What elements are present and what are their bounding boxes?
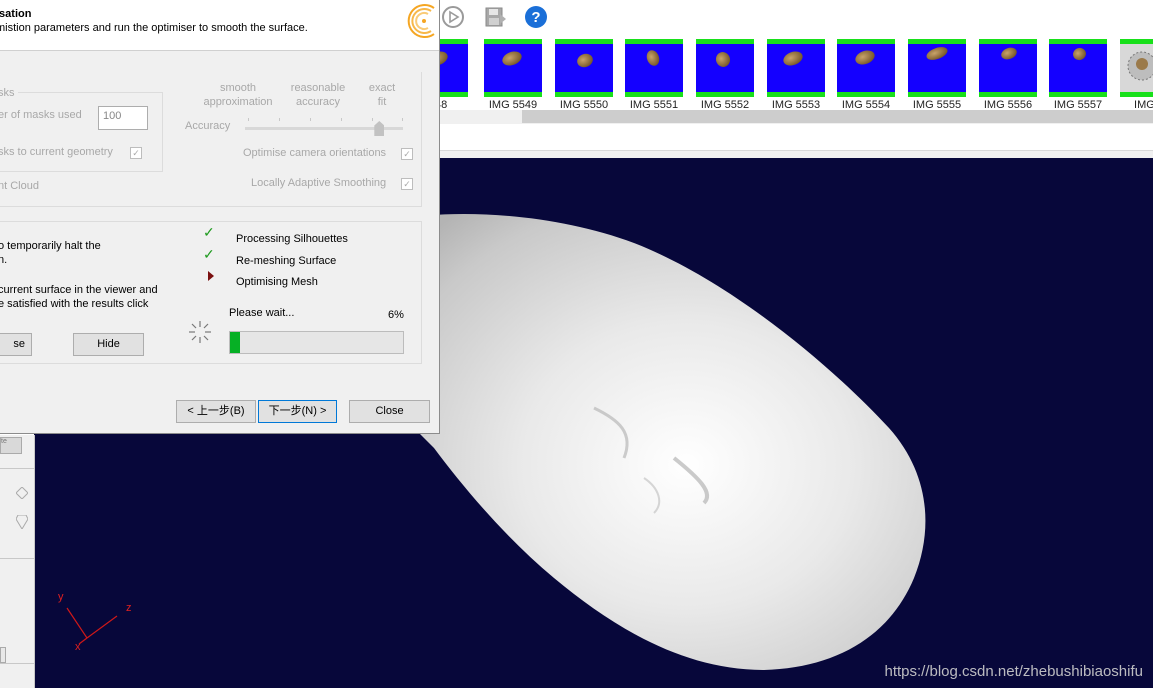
info-text-4: e satisfied with the results click [0,298,149,310]
thumbnail[interactable] [696,39,754,97]
divider [0,663,34,664]
diamond-icon[interactable] [16,487,28,499]
thumbnail[interactable] [1049,39,1107,97]
divider [0,558,34,559]
axis-y-label: y [58,591,64,603]
side-panel-button[interactable]: te [0,437,22,454]
info-text-1: o temporarily halt the [0,240,101,252]
busy-spinner-icon [189,321,211,343]
progress-percent: 6% [388,309,404,321]
axis-z-label: z [126,602,132,614]
thumbnail[interactable] [625,39,683,97]
next-button[interactable]: 下一步(N) > [258,400,337,423]
thumbnail[interactable] [440,39,468,97]
dialog-subtitle: mistion parameters and run the optimiser… [0,22,308,34]
thumbnail[interactable] [555,39,613,97]
save-icon[interactable] [483,5,507,29]
step-done-check-icon: ✓ [203,224,215,240]
left-side-panel: te [0,435,35,688]
step-done-check-icon: ✓ [203,246,215,262]
gem-icon[interactable] [16,515,28,529]
please-wait-text: Please wait... [229,307,295,319]
axis-gizmo: y z x [58,591,132,653]
play-circle-icon[interactable] [441,5,465,29]
turntable-image-icon [1127,51,1153,81]
step-label: Re-meshing Surface [236,255,337,267]
options-group [0,72,422,207]
dialog-header: isation mistion parameters and run the o… [0,0,439,51]
info-text-2: n. [0,254,8,266]
svg-text:?: ? [531,9,540,26]
divider [0,468,34,469]
thumbnail-scrollbar-thumb[interactable] [522,110,1153,123]
back-button[interactable]: < 上一步(B) [176,400,256,423]
app-logo-icon [407,4,435,38]
watermark-text: https://blog.csdn.net/zhebushibiaoshifu [884,663,1143,680]
thumbnail[interactable] [908,39,966,97]
thumbnail[interactable] [1120,39,1153,97]
help-icon[interactable]: ? [524,5,548,29]
dialog-title: isation [0,8,32,20]
close-button[interactable]: Close [349,400,430,423]
hide-button[interactable]: Hide [73,333,144,356]
progress-bar-fill [230,332,240,353]
thumbnail[interactable] [979,39,1037,97]
step-label: Processing Silhouettes [236,233,348,245]
step-label: Optimising Mesh [236,276,318,288]
step-active-arrow-icon [208,271,214,281]
panel-handle[interactable] [0,647,6,663]
optimisation-dialog: isation mistion parameters and run the o… [0,0,440,434]
progress-bar [229,331,404,354]
thumbnail[interactable] [767,39,825,97]
thumbnail[interactable] [484,39,542,97]
axis-x-label: x [75,641,81,653]
pause-button[interactable]: se [0,333,32,356]
info-text-3: current surface in the viewer and [0,284,158,296]
thumbnail[interactable] [837,39,895,97]
